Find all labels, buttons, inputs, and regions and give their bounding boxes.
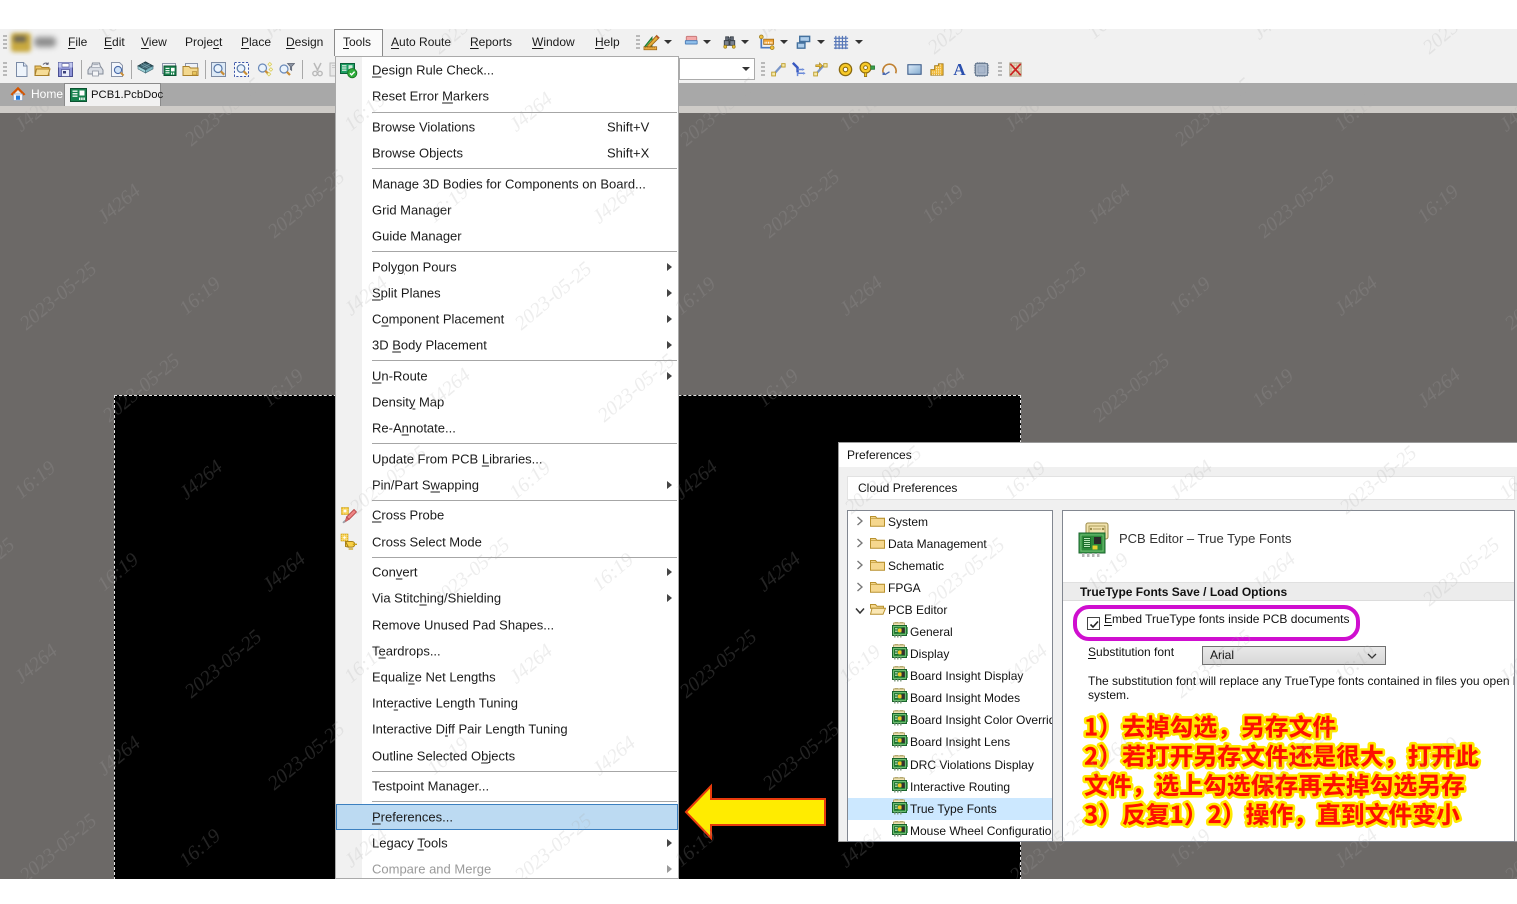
svg-text:A: A	[953, 61, 966, 78]
